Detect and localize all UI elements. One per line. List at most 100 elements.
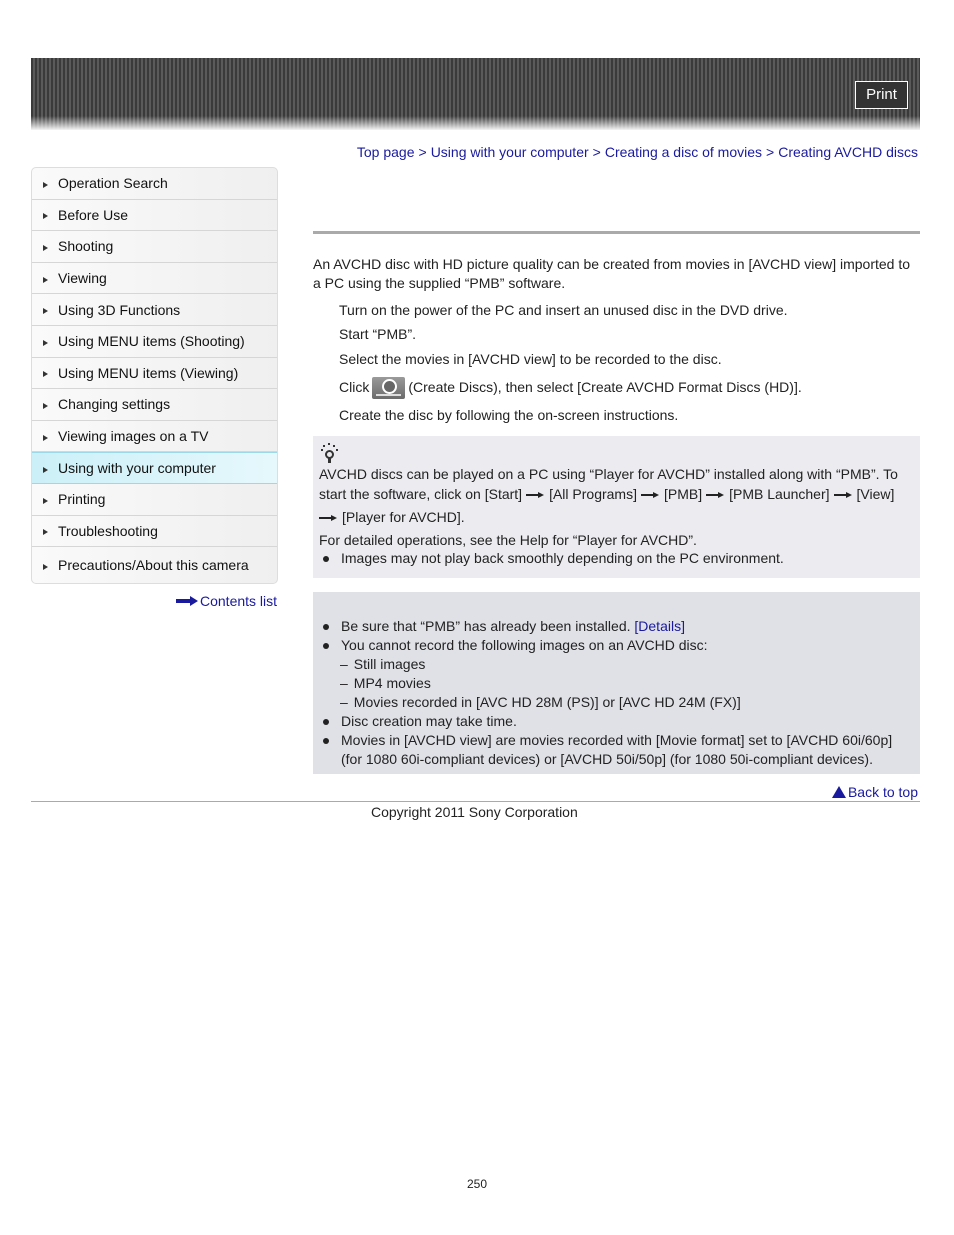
sidebar-item-label: Operation Search xyxy=(58,175,168,192)
subitem-text: Still images xyxy=(353,656,426,672)
sidebar-item-label: Using with your computer xyxy=(58,460,216,477)
triangle-right-icon xyxy=(43,497,48,504)
hint-text: [PMB Launcher] xyxy=(729,486,830,502)
hint-line-3: [Player for AVCHD]. xyxy=(319,507,914,527)
breadcrumb-separator: > xyxy=(766,144,775,160)
header-banner: Print xyxy=(31,58,920,130)
sidebar-item-label: Changing settings xyxy=(58,396,171,413)
sidebar-item-viewing[interactable]: Viewing xyxy=(32,263,277,295)
sidebar-item-menu-shooting[interactable]: Using MENU items (Shooting) xyxy=(32,326,277,358)
bullet-text: You cannot record the following images o… xyxy=(341,637,708,653)
sidebar-item-label: Shooting xyxy=(58,238,114,255)
copyright-text: Copyright 2011 Sony Corporation xyxy=(371,804,578,820)
bullet-text: Images may not play back smoothly depend… xyxy=(341,550,784,566)
sidebar-item-label: Printing xyxy=(58,491,106,508)
lightbulb-icon xyxy=(319,443,339,463)
dash-icon: – xyxy=(340,694,348,710)
step-item: Create the disc by following the on-scre… xyxy=(339,404,802,429)
subitem-text: Movies recorded in [AVC HD 28M (PS)] or … xyxy=(353,694,741,710)
arrow-right-icon xyxy=(319,514,338,522)
triangle-right-icon xyxy=(43,466,48,473)
create-discs-button-icon xyxy=(372,376,406,399)
triangle-right-icon xyxy=(43,276,48,283)
sidebar-item-label: Using MENU items (Shooting) xyxy=(58,333,245,350)
step-item: Start “PMB”. xyxy=(339,323,802,348)
sidebar-item-label: Viewing xyxy=(58,270,107,287)
bullet-text: (for 1080 60i-compliant devices) or [AVC… xyxy=(341,751,873,767)
note-subitem: – MP4 movies xyxy=(319,674,914,693)
print-button[interactable]: Print xyxy=(855,81,908,109)
breadcrumb-creating-disc-of-movies[interactable]: Creating a disc of movies xyxy=(605,144,762,160)
step-item: Click (Create Discs), then select [Creat… xyxy=(339,372,802,404)
bullet-icon xyxy=(323,624,329,630)
note-bullet: Disc creation may take time. xyxy=(319,712,914,731)
step-item: Turn on the power of the PC and insert a… xyxy=(339,298,802,323)
step-text-suffix: (Create Discs), then select [Create AVCH… xyxy=(408,379,802,395)
step-text: Create the disc by following the on-scre… xyxy=(339,407,679,424)
arrow-right-icon xyxy=(833,491,853,499)
hint-text: [All Programs] xyxy=(549,486,637,502)
sidebar-item-label: Before Use xyxy=(58,206,129,223)
step-text-prefix: Click xyxy=(339,379,370,395)
contents-list-link[interactable]: Contents list xyxy=(176,593,277,609)
hint-text: [Player for AVCHD]. xyxy=(342,509,465,525)
breadcrumb-separator: > xyxy=(418,144,427,160)
sidebar-item-3d-functions[interactable]: Using 3D Functions xyxy=(32,294,277,326)
note-bullet: Be sure that “PMB” has already been inst… xyxy=(319,617,914,636)
sidebar-item-label: Viewing images on a TV xyxy=(58,428,209,445)
sidebar-item-shooting[interactable]: Shooting xyxy=(32,231,277,263)
step-text: Start “PMB”. xyxy=(339,326,417,343)
sidebar-item-label: Troubleshooting xyxy=(58,522,158,539)
footer-divider xyxy=(31,801,920,802)
title-divider xyxy=(313,231,920,234)
note-box: Be sure that “PMB” has already been inst… xyxy=(313,592,920,774)
hint-line-1: AVCHD discs can be played on a PC using … xyxy=(319,466,898,482)
note-bullet: Movies in [AVCHD view] are movies record… xyxy=(319,731,914,769)
hint-text: [PMB] xyxy=(664,486,703,502)
breadcrumb: Top page > Using with your computer > Creati… xyxy=(357,144,918,160)
sidebar-item-operation-search[interactable]: Operation Search xyxy=(32,168,277,200)
breadcrumb-using-with-computer[interactable]: Using with your computer xyxy=(431,144,589,160)
dash-icon: – xyxy=(340,675,348,691)
hint-line-2: start the software, click on [Start] [All… xyxy=(319,484,914,504)
step-item: Select the movies in [AVCHD view] to be … xyxy=(339,347,802,372)
bullet-text: Be sure that “PMB” has already been inst… xyxy=(341,618,631,634)
sidebar-item-viewing-on-tv[interactable]: Viewing images on a TV xyxy=(32,421,277,453)
triangle-right-icon xyxy=(43,244,48,251)
bullet-icon xyxy=(323,556,329,562)
triangle-right-icon xyxy=(43,402,48,409)
triangle-right-icon xyxy=(43,434,48,441)
sidebar-item-before-use[interactable]: Before Use xyxy=(32,200,277,232)
sidebar-item-label: Using MENU items (Viewing) xyxy=(58,364,239,381)
step-text: Turn on the power of the PC and insert a… xyxy=(339,301,788,318)
back-to-top-link[interactable]: Back to top xyxy=(831,784,918,800)
arrow-right-icon xyxy=(641,491,660,499)
note-subitem: – Movies recorded in [AVC HD 28M (PS)] or… xyxy=(319,693,914,712)
sidebar-item-changing-settings[interactable]: Changing settings xyxy=(32,389,277,421)
hint-bullet: Images may not play back smoothly depend… xyxy=(319,550,914,567)
breadcrumb-separator: > xyxy=(592,144,601,160)
hint-text: [View] xyxy=(856,486,895,502)
sidebar-item-troubleshooting[interactable]: Troubleshooting xyxy=(32,516,277,548)
sidebar-item-using-with-computer[interactable]: Using with your computer xyxy=(32,452,277,484)
hint-line-4: For detailed operations, see the Help fo… xyxy=(319,532,697,548)
steps-list: Turn on the power of the PC and insert a… xyxy=(339,298,802,428)
bullet-text: Disc creation may take time. xyxy=(341,713,517,729)
details-link[interactable]: [Details] xyxy=(634,618,685,634)
sidebar-item-precautions[interactable]: Precautions/About this camera xyxy=(32,547,277,583)
triangle-up-icon xyxy=(831,786,846,798)
breadcrumb-creating-avchd-discs[interactable]: Creating AVCHD discs xyxy=(778,144,918,160)
note-bullet: You cannot record the following images o… xyxy=(319,636,914,655)
triangle-right-icon xyxy=(43,529,48,536)
arrow-right-icon xyxy=(176,596,198,606)
step-text: Select the movies in [AVCHD view] to be … xyxy=(339,350,722,367)
sidebar-item-printing[interactable]: Printing xyxy=(32,484,277,516)
sidebar-item-menu-viewing[interactable]: Using MENU items (Viewing) xyxy=(32,358,277,390)
hint-box: AVCHD discs can be played on a PC using … xyxy=(313,436,920,578)
breadcrumb-top-page[interactable]: Top page xyxy=(357,144,415,160)
bullet-text: Movies in [AVCHD view] are movies record… xyxy=(341,732,893,748)
arrow-right-icon xyxy=(526,491,545,499)
subitem-text: MP4 movies xyxy=(353,675,431,691)
triangle-right-icon xyxy=(43,339,48,346)
triangle-right-icon xyxy=(43,213,48,220)
